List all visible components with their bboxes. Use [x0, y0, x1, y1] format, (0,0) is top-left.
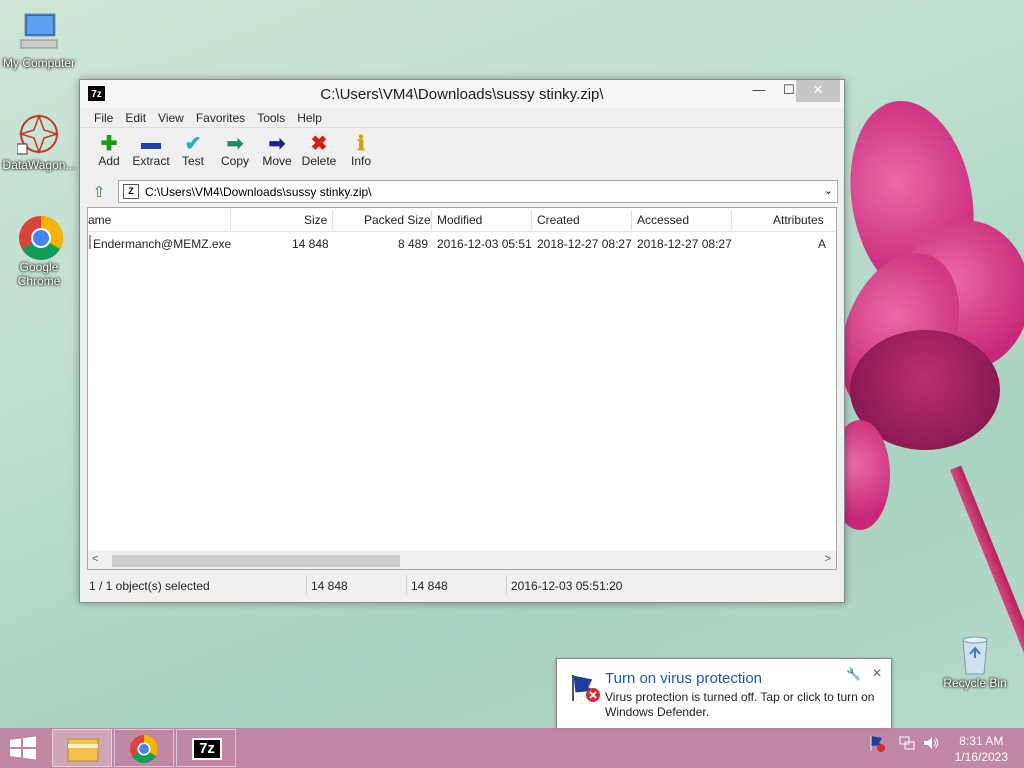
file-list[interactable]: ame Size Packed Size Modified Created Ac… — [87, 207, 837, 570]
desktop-icon-label: My Computer — [2, 56, 76, 70]
delete-x-icon: ✖ — [310, 132, 328, 155]
copy-arrow-icon: ➡ — [226, 132, 244, 155]
menu-file[interactable]: File — [88, 111, 119, 125]
menu-bar: File Edit View Favorites Tools Help — [80, 108, 844, 128]
status-selected: 1 / 1 object(s) selected — [89, 579, 210, 593]
move-button[interactable]: ➡ Move — [256, 132, 298, 169]
volume-icon[interactable] — [922, 734, 940, 755]
desktop-icon-label: Google Chrome — [17, 260, 61, 288]
clock-date: 1/16/2023 — [954, 750, 1008, 764]
notification-title: Turn on virus protection — [605, 670, 763, 687]
info-button-label: Info — [350, 154, 371, 168]
status-modified: 2016-12-03 05:51:20 — [511, 579, 623, 593]
scroll-left-icon[interactable]: < — [92, 553, 98, 565]
taskbar-google-chrome[interactable] — [114, 729, 174, 767]
horizontal-scrollbar[interactable]: < > — [88, 551, 836, 569]
add-button-label: Add — [98, 154, 120, 168]
column-header-modified[interactable]: Modified — [437, 213, 482, 227]
cell-name: Endermanch@MEMZ.exe — [93, 237, 232, 251]
datawagon-icon — [16, 112, 61, 156]
menu-help[interactable]: Help — [291, 111, 328, 125]
virus-protection-notification[interactable]: Turn on virus protection Virus protectio… — [556, 658, 892, 729]
desktop-icon-label: Recycle Bin — [943, 676, 1007, 690]
cell-accessed: 2018-12-27 08:27 — [637, 237, 732, 251]
table-row[interactable]: Endermanch@MEMZ.exe 14 848 8 489 2016-12… — [88, 232, 836, 252]
delete-button[interactable]: ✖ Delete — [298, 132, 340, 169]
move-arrow-icon: ➡ — [268, 132, 286, 155]
toolbar: ✚ Add ▬ Extract ✔ Test ➡ Copy ➡ Move ✖ D… — [80, 128, 844, 178]
minus-icon: ▬ — [141, 131, 161, 154]
zip-archive-icon: Z — [123, 184, 139, 199]
test-button[interactable]: ✔ Test — [172, 132, 214, 169]
taskbar-file-explorer[interactable] — [52, 729, 112, 767]
copy-button-label: Copy — [220, 154, 249, 168]
scrollbar-thumb[interactable] — [112, 555, 400, 567]
column-header-size[interactable]: Size — [304, 213, 327, 227]
7zip-icon: 7z — [192, 738, 222, 760]
menu-tools[interactable]: Tools — [251, 111, 291, 125]
folder-icon — [67, 738, 99, 762]
address-path: C:\Users\VM4\Downloads\sussy stinky.zip\ — [145, 185, 372, 199]
move-button-label: Move — [262, 154, 292, 168]
menu-view[interactable]: View — [152, 111, 190, 125]
cell-size: 14 848 — [292, 237, 329, 251]
cell-modified: 2016-12-03 05:51 — [437, 237, 532, 251]
menu-favorites[interactable]: Favorites — [190, 111, 251, 125]
address-combobox[interactable]: Z C:\Users\VM4\Downloads\sussy stinky.zi… — [118, 180, 838, 203]
title-bar[interactable]: 7z C:\Users\VM4\Downloads\sussy stinky.z… — [80, 80, 844, 108]
column-header-packed-size[interactable]: Packed Size — [364, 213, 431, 227]
taskbar: 7z 8:31 AM 1/16/2023 — [0, 728, 1024, 768]
notification-body: Virus protection is turned off. Tap or c… — [605, 690, 875, 719]
scroll-right-icon[interactable]: > — [825, 553, 831, 565]
check-icon: ✔ — [184, 132, 202, 155]
7zip-window: 7z C:\Users\VM4\Downloads\sussy stinky.z… — [79, 79, 845, 603]
extract-button-label: Extract — [132, 154, 170, 168]
window-title: C:\Users\VM4\Downloads\sussy stinky.zip\ — [320, 86, 604, 103]
cell-created: 2018-12-27 08:27 — [537, 237, 632, 251]
desktop-icon-datawagon[interactable]: DataWagon... — [1, 112, 77, 172]
network-icon[interactable] — [898, 734, 916, 755]
close-icon[interactable]: ✕ — [872, 666, 882, 680]
status-packed-size: 14 848 — [411, 579, 448, 593]
action-center-flag-icon — [569, 671, 601, 703]
info-button[interactable]: ℹ Info — [340, 132, 382, 169]
chrome-icon — [17, 214, 63, 260]
desktop-icon-label: DataWagon... — [2, 158, 76, 172]
close-button[interactable]: ✕ — [796, 80, 840, 102]
desktop-icon-google-chrome[interactable]: Google Chrome — [1, 214, 77, 288]
folder-up-icon[interactable]: ⇧ — [90, 183, 108, 201]
chevron-down-icon[interactable]: ⌄ — [824, 184, 833, 197]
clock[interactable]: 8:31 AM 1/16/2023 — [955, 733, 1008, 765]
column-header-name[interactable]: ame — [88, 213, 111, 227]
start-button[interactable] — [8, 736, 38, 760]
cell-packed-size: 8 489 — [398, 237, 429, 251]
cell-attributes: A — [818, 237, 827, 251]
desktop-icon-recycle-bin[interactable]: Recycle Bin — [937, 630, 1013, 690]
column-header-row: ame Size Packed Size Modified Created Ac… — [88, 208, 836, 232]
defender-warning-flag-icon[interactable] — [868, 734, 886, 755]
column-header-created[interactable]: Created — [537, 213, 580, 227]
recycle-bin-icon — [953, 630, 997, 675]
info-icon: ℹ — [357, 132, 365, 155]
taskbar-7zip[interactable]: 7z — [176, 729, 236, 767]
chrome-icon — [130, 735, 158, 763]
test-button-label: Test — [181, 154, 204, 168]
extract-button[interactable]: ▬ Extract — [130, 131, 172, 169]
copy-button[interactable]: ➡ Copy — [214, 132, 256, 169]
status-bar: 1 / 1 object(s) selected 14 848 14 848 2… — [86, 575, 838, 597]
pin-icon[interactable]: 🔧 — [846, 667, 861, 681]
windows-logo-icon — [10, 736, 36, 760]
add-button[interactable]: ✚ Add — [88, 132, 130, 169]
clock-time: 8:31 AM — [959, 734, 1004, 748]
column-header-attributes[interactable]: Attributes — [773, 213, 824, 227]
address-bar: ⇧ Z C:\Users\VM4\Downloads\sussy stinky.… — [86, 180, 838, 204]
delete-button-label: Delete — [301, 154, 337, 168]
computer-icon — [17, 10, 61, 54]
minimize-button[interactable]: — — [744, 80, 774, 102]
desktop-icon-my-computer[interactable]: My Computer — [1, 10, 77, 70]
status-size: 14 848 — [311, 579, 348, 593]
column-header-accessed[interactable]: Accessed — [637, 213, 689, 227]
plus-icon: ✚ — [100, 132, 118, 155]
menu-edit[interactable]: Edit — [119, 111, 152, 125]
